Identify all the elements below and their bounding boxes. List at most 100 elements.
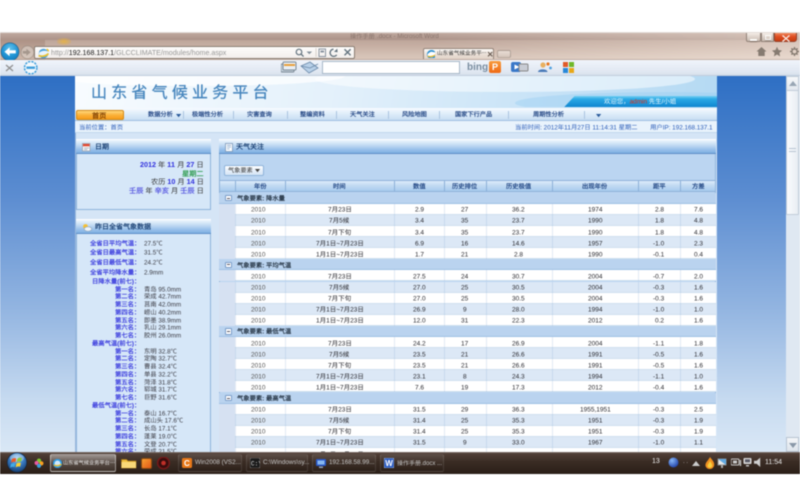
svg-text:11: 11 (564, 124, 572, 131)
svg-text:2004: 2004 (588, 285, 603, 292)
svg-text:6.9: 6.9 (415, 240, 424, 247)
svg-text:12.0: 12.0 (413, 318, 426, 325)
svg-text:7: 7 (329, 351, 333, 358)
svg-text:~7: ~7 (336, 240, 344, 247)
svg-text:25: 25 (461, 285, 469, 292)
svg-text:1.6: 1.6 (694, 384, 703, 391)
svg-text:9: 9 (463, 307, 467, 314)
svg-text:~7: ~7 (336, 251, 344, 258)
svg-text:7: 7 (328, 229, 332, 236)
svg-text:23.5: 23.5 (413, 362, 426, 369)
svg-text:1994: 1994 (588, 307, 603, 314)
svg-text:1990: 1990 (588, 218, 603, 225)
svg-text:-0.4: -0.4 (653, 384, 665, 391)
svg-text:1951: 1951 (588, 429, 603, 436)
svg-text:7: 7 (328, 407, 332, 414)
svg-text:26.9: 26.9 (413, 307, 426, 314)
svg-text:14.6: 14.6 (512, 240, 525, 247)
svg-text:7: 7 (329, 285, 333, 292)
svg-text:2012: 2012 (543, 124, 558, 131)
svg-text:8: 8 (463, 373, 467, 380)
svg-text:1: 1 (316, 318, 320, 325)
svg-text:7: 7 (328, 296, 332, 303)
svg-text:28.0: 28.0 (512, 307, 525, 314)
svg-text:23: 23 (350, 307, 358, 314)
svg-text:23: 23 (350, 440, 358, 447)
svg-text:10: 10 (168, 177, 178, 186)
svg-text:0.2: 0.2 (655, 318, 664, 325)
svg-text:1: 1 (316, 384, 320, 391)
svg-text:32.8: 32.8 (157, 348, 171, 355)
svg-text:1.8: 1.8 (655, 218, 664, 225)
svg-text:7: 7 (328, 207, 332, 214)
svg-text:2010: 2010 (251, 207, 266, 214)
svg-text:2010: 2010 (251, 351, 266, 358)
svg-text:23: 23 (350, 373, 358, 380)
svg-text:24.2: 24.2 (413, 340, 426, 347)
svg-text:24.2: 24.2 (144, 260, 157, 267)
svg-text:~7: ~7 (336, 384, 344, 391)
svg-text:2010: 2010 (251, 240, 266, 247)
svg-text:35: 35 (461, 229, 469, 236)
svg-text:21: 21 (461, 362, 469, 369)
svg-text:29.1mm: 29.1mm (157, 325, 182, 332)
svg-text:-0.7: -0.7 (653, 273, 665, 280)
svg-text:1.6: 1.6 (694, 351, 703, 358)
svg-text:1.7: 1.7 (415, 251, 424, 258)
svg-text:31.4: 31.4 (413, 429, 426, 436)
svg-text:42.7mm: 42.7mm (157, 294, 182, 301)
svg-text:5: 5 (339, 351, 343, 358)
svg-text:2.9mm: 2.9mm (144, 269, 163, 276)
svg-text:23.5: 23.5 (413, 351, 426, 358)
svg-text:3.4: 3.4 (415, 229, 424, 236)
svg-text:1951: 1951 (588, 418, 603, 425)
svg-text:17.3: 17.3 (512, 384, 525, 391)
svg-text:95.0mm: 95.0mm (157, 286, 182, 293)
svg-text:2010: 2010 (251, 429, 266, 436)
svg-text:): ) (132, 402, 134, 409)
svg-text:27.5: 27.5 (144, 240, 157, 247)
svg-text:7: 7 (328, 340, 332, 347)
svg-text:2004: 2004 (588, 340, 603, 347)
svg-text:32.7: 32.7 (157, 356, 171, 363)
svg-text:23.7: 23.7 (512, 218, 525, 225)
svg-text:17.6: 17.6 (163, 418, 177, 425)
svg-text:2.5: 2.5 (694, 407, 703, 414)
svg-text:192.168.137.1: 192.168.137.1 (672, 124, 713, 131)
svg-text:27.0: 27.0 (413, 285, 426, 292)
svg-text:35.3: 35.3 (512, 418, 525, 425)
svg-text:~7: ~7 (336, 318, 344, 325)
svg-text:2010: 2010 (251, 273, 266, 280)
svg-text:31.4: 31.4 (413, 418, 426, 425)
svg-text:2012: 2012 (140, 160, 158, 169)
svg-text:4.8: 4.8 (694, 218, 703, 225)
svg-text:1: 1 (326, 318, 330, 325)
svg-text:40.2mm: 40.2mm (157, 309, 182, 316)
svg-text::: : (262, 329, 266, 336)
svg-text:7: 7 (316, 440, 320, 447)
svg-text:27.5: 27.5 (413, 273, 426, 280)
svg-text:-1.0: -1.0 (653, 440, 665, 447)
svg-text:23: 23 (350, 240, 358, 247)
svg-text:2.8: 2.8 (514, 251, 523, 258)
svg-text:C:\: C:\ (251, 461, 260, 468)
svg-text:31.7: 31.7 (157, 387, 171, 394)
svg-text:1957: 1957 (588, 240, 603, 247)
svg-text:23: 23 (350, 384, 358, 391)
svg-text:23: 23 (338, 407, 346, 414)
svg-text:0.4: 0.4 (694, 251, 703, 258)
svg-text:2010: 2010 (251, 362, 266, 369)
svg-text:1.0: 1.0 (694, 307, 703, 314)
svg-text:C: C (184, 459, 190, 468)
svg-text:14: 14 (187, 177, 197, 186)
svg-text:29: 29 (461, 407, 469, 414)
svg-text:23.7: 23.7 (512, 229, 525, 236)
svg-text:2012: 2012 (588, 384, 603, 391)
svg-text:1: 1 (326, 440, 330, 447)
svg-text:42.0mm: 42.0mm (157, 301, 182, 308)
svg-text:1.9: 1.9 (694, 418, 703, 425)
svg-text:1.8: 1.8 (655, 229, 664, 236)
svg-text:2.3: 2.3 (694, 240, 703, 247)
svg-text:19: 19 (461, 384, 469, 391)
svg-text:-0.1: -0.1 (653, 251, 665, 258)
